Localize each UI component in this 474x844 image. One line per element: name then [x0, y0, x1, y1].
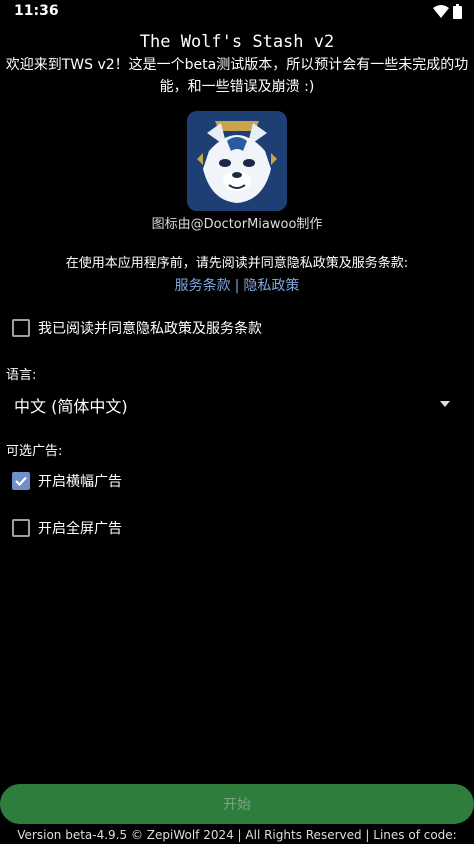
privacy-link[interactable]: 隐私政策 — [243, 278, 299, 294]
link-separator: | — [234, 278, 240, 294]
dropdown-arrow-icon — [440, 401, 450, 407]
battery-icon — [453, 4, 462, 23]
language-selected-value: 中文 (简体中文) — [14, 397, 128, 416]
policy-links: 服务条款 | 隐私政策 — [0, 275, 474, 295]
agree-label: 我已阅读并同意隐私政策及服务条款 — [38, 321, 262, 337]
fullscreen-ads-row[interactable]: 开启全屏广告 — [12, 518, 122, 538]
app-title: The Wolf's Stash v2 — [139, 32, 335, 52]
terms-link[interactable]: 服务条款 — [175, 278, 231, 294]
status-bar: 11:36 — [0, 0, 474, 24]
fullscreen-ads-label: 开启全屏广告 — [38, 521, 122, 537]
banner-ads-row[interactable]: 开启横幅广告 — [12, 471, 122, 491]
wifi-icon — [433, 4, 449, 23]
checkmark-icon — [15, 476, 27, 486]
policy-notice: 在使用本应用程序前，请先阅读并同意隐私政策及服务条款: — [65, 256, 409, 271]
agree-checkbox-row[interactable]: 我已阅读并同意隐私政策及服务条款 — [12, 318, 262, 338]
welcome-message: 欢迎来到TWS v2！这是一个beta测试版本，所以预计会有一些未完成的功能，和… — [5, 57, 469, 95]
start-button[interactable]: 开始 — [0, 784, 474, 824]
icon-credit: 图标由@DoctorMiawoo制作 — [151, 217, 323, 232]
ads-label: 可选广告: — [6, 444, 63, 459]
banner-ads-label: 开启横幅广告 — [38, 474, 122, 490]
fullscreen-ads-checkbox[interactable] — [12, 519, 30, 537]
version-footer: Version beta-4.9.5 © ZepiWolf 2024 | All… — [17, 828, 457, 844]
app-logo — [187, 111, 287, 211]
banner-ads-checkbox[interactable] — [12, 472, 30, 490]
status-icons — [433, 4, 462, 23]
language-label: 语言: — [6, 368, 37, 383]
agree-checkbox[interactable] — [12, 319, 30, 337]
language-select[interactable]: 中文 (简体中文) — [6, 388, 466, 422]
status-time: 11:36 — [14, 3, 59, 19]
